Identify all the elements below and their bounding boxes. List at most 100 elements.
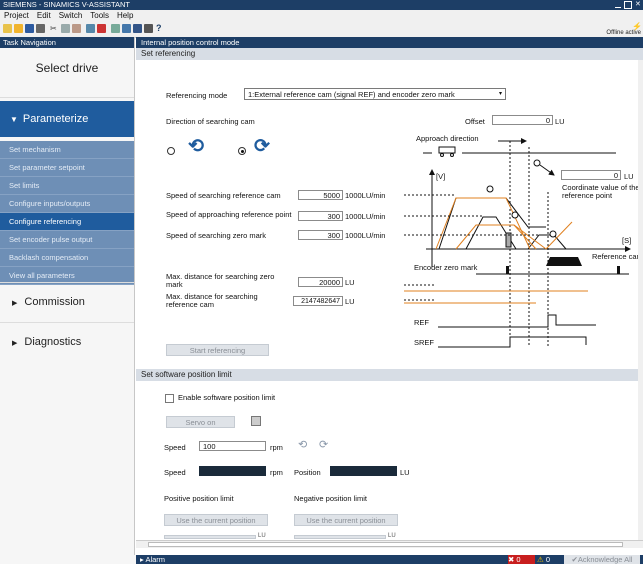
max-zero-input[interactable]: 20000 bbox=[298, 277, 343, 287]
negative-limit-label: Negative position limit bbox=[294, 494, 367, 503]
speed-zero-unit: 1000LU/min bbox=[345, 231, 386, 240]
speed2-label: Speed bbox=[164, 468, 186, 477]
enable-limit-checkbox[interactable] bbox=[165, 394, 174, 403]
speed-approach-input[interactable]: 300 bbox=[298, 211, 343, 221]
warning-count-value: 0 bbox=[545, 555, 550, 564]
nav-set-limits[interactable]: Set limits bbox=[0, 177, 134, 195]
print-icon[interactable] bbox=[36, 24, 45, 33]
speed-search-cam-input[interactable]: 5000 bbox=[298, 190, 343, 200]
servo-on-button[interactable]: Servo on bbox=[166, 416, 235, 428]
acknowledge-all-button[interactable]: ✔Acknowledge All bbox=[564, 555, 640, 564]
positive-limit-unit: LU bbox=[258, 533, 266, 539]
speed-zero-input[interactable]: 300 bbox=[298, 230, 343, 240]
warning-count: ⚠ 0 bbox=[537, 555, 563, 564]
vertical-scrollbar[interactable] bbox=[638, 60, 643, 540]
settings-icon[interactable] bbox=[144, 24, 153, 33]
nav-configure-io[interactable]: Configure inputs/outputs bbox=[0, 195, 134, 213]
error-count: ✖ 0 bbox=[508, 555, 535, 564]
menu-project[interactable]: Project bbox=[0, 10, 33, 21]
approach-direction-label: Approach direction bbox=[416, 134, 479, 143]
jog-ccw-icon[interactable]: ⟲ bbox=[298, 438, 307, 451]
trace-icon[interactable] bbox=[122, 24, 131, 33]
speed-input[interactable]: 100 bbox=[199, 441, 266, 451]
connect-icon[interactable] bbox=[86, 24, 95, 33]
servo-toggle-icon[interactable] bbox=[251, 416, 261, 426]
menu-edit[interactable]: Edit bbox=[33, 10, 55, 21]
save-icon[interactable] bbox=[25, 24, 34, 33]
nav-set-parameter-setpoint[interactable]: Set parameter setpoint bbox=[0, 159, 134, 177]
speed-zero-label: Speed of searching zero mark bbox=[166, 231, 267, 240]
chevron-down-icon: ▼ bbox=[10, 115, 18, 124]
horizontal-scrollbar[interactable] bbox=[136, 540, 643, 548]
nav-sub-list: Set mechanism Set parameter setpoint Set… bbox=[0, 141, 134, 285]
nav-bottom bbox=[0, 555, 136, 564]
software-limit-header: Set software position limit bbox=[136, 369, 643, 381]
close-button[interactable]: ✕ bbox=[635, 1, 641, 8]
nav-parameterize[interactable]: ▼ Parameterize bbox=[0, 101, 134, 137]
position-label: Position bbox=[294, 468, 321, 477]
nav-commission[interactable]: ▶ Commission bbox=[0, 282, 134, 321]
v-axis-label: [V] bbox=[436, 172, 446, 181]
negative-limit-unit: LU bbox=[388, 533, 396, 539]
menu-help[interactable]: Help bbox=[113, 10, 137, 21]
max-zero-label: Max. distance for searching zero mark bbox=[166, 272, 275, 289]
task-navigation: Task Navigation Select drive ▼ Parameteri… bbox=[0, 37, 135, 557]
coordinate-label: Coordinate value of the reference point bbox=[562, 183, 640, 200]
position-unit: LU bbox=[400, 468, 410, 477]
max-cam-input[interactable]: 2147482647 bbox=[293, 296, 343, 306]
nav-backlash-compensation[interactable]: Backlash compensation bbox=[0, 249, 134, 267]
positive-limit-input[interactable] bbox=[164, 535, 256, 539]
negative-limit-input[interactable] bbox=[294, 535, 386, 539]
window-title: SIEMENS - SINAMICS V-ASSISTANT bbox=[3, 0, 130, 9]
drive-icon[interactable] bbox=[111, 24, 120, 33]
sref-signal-label: SREF bbox=[414, 338, 435, 347]
chevron-right-icon: ▶ bbox=[12, 340, 18, 347]
plug-icon: ⚡ bbox=[632, 22, 642, 31]
position-readout bbox=[330, 466, 397, 476]
speed-unit: rpm bbox=[270, 443, 283, 452]
speed2-unit: rpm bbox=[270, 468, 283, 477]
chevron-right-icon: ▶ bbox=[12, 300, 18, 307]
nav-diagnostics-label: Diagnostics bbox=[24, 336, 82, 348]
monitor-icon[interactable] bbox=[133, 24, 142, 33]
warning-icon: ⚠ bbox=[537, 555, 544, 564]
nav-diagnostics[interactable]: ▶ Diagnostics bbox=[0, 322, 134, 361]
scroll-thumb[interactable] bbox=[148, 542, 623, 547]
coordinate-unit: LU bbox=[624, 172, 634, 181]
nav-set-mechanism[interactable]: Set mechanism bbox=[0, 141, 134, 159]
status-bar: ▸ Alarm ✖ 0 ⚠ 0 ✔Acknowledge All bbox=[136, 555, 643, 564]
jog-cw-icon[interactable]: ⟳ bbox=[319, 438, 328, 451]
menu-switch[interactable]: Switch bbox=[55, 10, 87, 21]
minimize-button[interactable] bbox=[615, 6, 621, 8]
coordinate-input[interactable]: 0 bbox=[561, 170, 621, 180]
use-current-positive-button[interactable]: Use the current position bbox=[164, 514, 268, 526]
alarm-label[interactable]: ▸ Alarm bbox=[140, 555, 165, 564]
main-panel: Internal position control mode Set refer… bbox=[136, 37, 643, 557]
nav-select-drive[interactable]: Select drive bbox=[0, 48, 134, 98]
start-referencing-button[interactable]: Start referencing bbox=[166, 344, 269, 356]
speed-label: Speed bbox=[164, 443, 186, 452]
alarm-text: Alarm bbox=[145, 555, 166, 564]
copy-icon[interactable] bbox=[61, 24, 70, 33]
use-current-negative-button[interactable]: Use the current position bbox=[294, 514, 398, 526]
speed-search-cam-unit: 1000LU/min bbox=[345, 191, 386, 200]
window-controls: ✕ bbox=[615, 0, 641, 10]
menu-tools[interactable]: Tools bbox=[86, 10, 113, 21]
speed-readout bbox=[199, 466, 266, 476]
open-project-icon[interactable] bbox=[14, 24, 23, 33]
encoder-zero-mark-label: Encoder zero mark bbox=[414, 263, 478, 272]
nav-encoder-pulse-output[interactable]: Set encoder pulse output bbox=[0, 231, 134, 249]
reference-cam-label: Reference cam bbox=[592, 252, 643, 261]
nav-parameterize-label: Parameterize bbox=[22, 113, 89, 125]
acknowledge-label: Acknowledge All bbox=[577, 555, 633, 564]
nav-configure-referencing[interactable]: Configure referencing bbox=[0, 213, 134, 231]
max-cam-label: Max. distance for searching reference ca… bbox=[166, 292, 258, 309]
disconnect-icon[interactable] bbox=[97, 24, 106, 33]
new-project-icon[interactable] bbox=[3, 24, 12, 33]
s-axis-label: [S] bbox=[622, 236, 632, 245]
maximize-button[interactable] bbox=[624, 1, 632, 9]
paste-icon[interactable] bbox=[72, 24, 81, 33]
cut-icon[interactable]: ✂ bbox=[50, 24, 59, 33]
offline-text: Offline active bbox=[606, 30, 641, 36]
help-icon[interactable]: ? bbox=[156, 24, 165, 33]
